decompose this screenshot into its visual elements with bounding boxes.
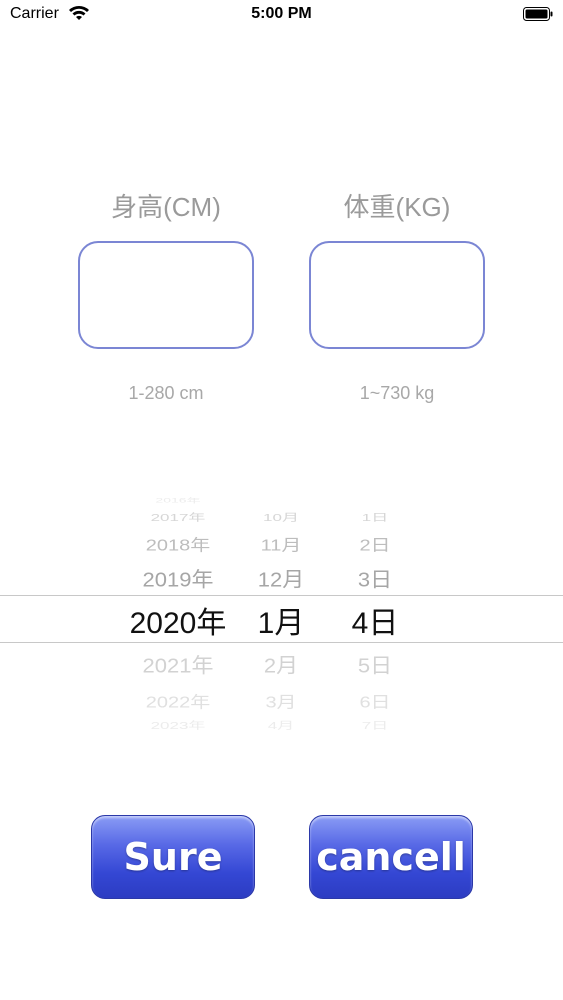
sure-button[interactable]: Sure [91,815,255,899]
year-selected: 2020年 [129,607,227,640]
day-option: 7日 [361,720,389,732]
day-option: 6日 [359,693,391,712]
day-option: 5日 [357,653,393,677]
cancel-button[interactable]: cancell [309,815,473,899]
day-wheel[interactable]: 1日 2日 3日 4日 5日 6日 7日 [330,490,420,735]
month-option: 10月 [263,512,299,524]
year-option: 2018年 [145,536,211,555]
year-option: 2021年 [142,653,214,677]
height-range-hint: 1-280 cm [128,383,204,403]
weight-input[interactable] [311,243,487,349]
month-option: 4月 [267,720,295,732]
year-option: 2019年 [142,567,214,591]
height-input-box [78,241,256,349]
battery-icon [523,7,553,21]
height-input[interactable] [80,243,256,349]
clock: 5:00 PM [251,5,312,22]
day-option: 1日 [361,512,389,524]
weight-label: 体重(KG) [343,192,451,222]
height-label: 身高(CM) [111,192,221,222]
status-bar: Carrier 5:00 PM [0,0,563,30]
month-option: 11月 [260,536,302,555]
day-option: 2日 [359,536,391,555]
weight-range-hint: 1~730 kg [359,383,435,403]
month-option: 2月 [263,653,299,677]
weight-input-box [309,241,487,349]
day-selected: 4日 [351,607,399,640]
year-wheel[interactable]: 2016年 2017年 2018年 2019年 2020年 2021年 2022… [110,490,246,735]
year-option: 2016年 [155,496,201,504]
date-picker[interactable]: 2016年 2017年 2018年 2019年 2020年 2021年 2022… [0,490,563,735]
month-option: 3月 [265,693,297,712]
year-option: 2023年 [150,720,206,732]
month-wheel[interactable]: 10月 11月 12月 1月 2月 3月 4月 [238,490,324,735]
day-option: 3日 [357,567,393,591]
year-option: 2017年 [150,512,206,524]
month-option: 12月 [257,567,305,591]
year-option: 2022年 [145,693,211,712]
month-selected: 1月 [257,607,305,640]
